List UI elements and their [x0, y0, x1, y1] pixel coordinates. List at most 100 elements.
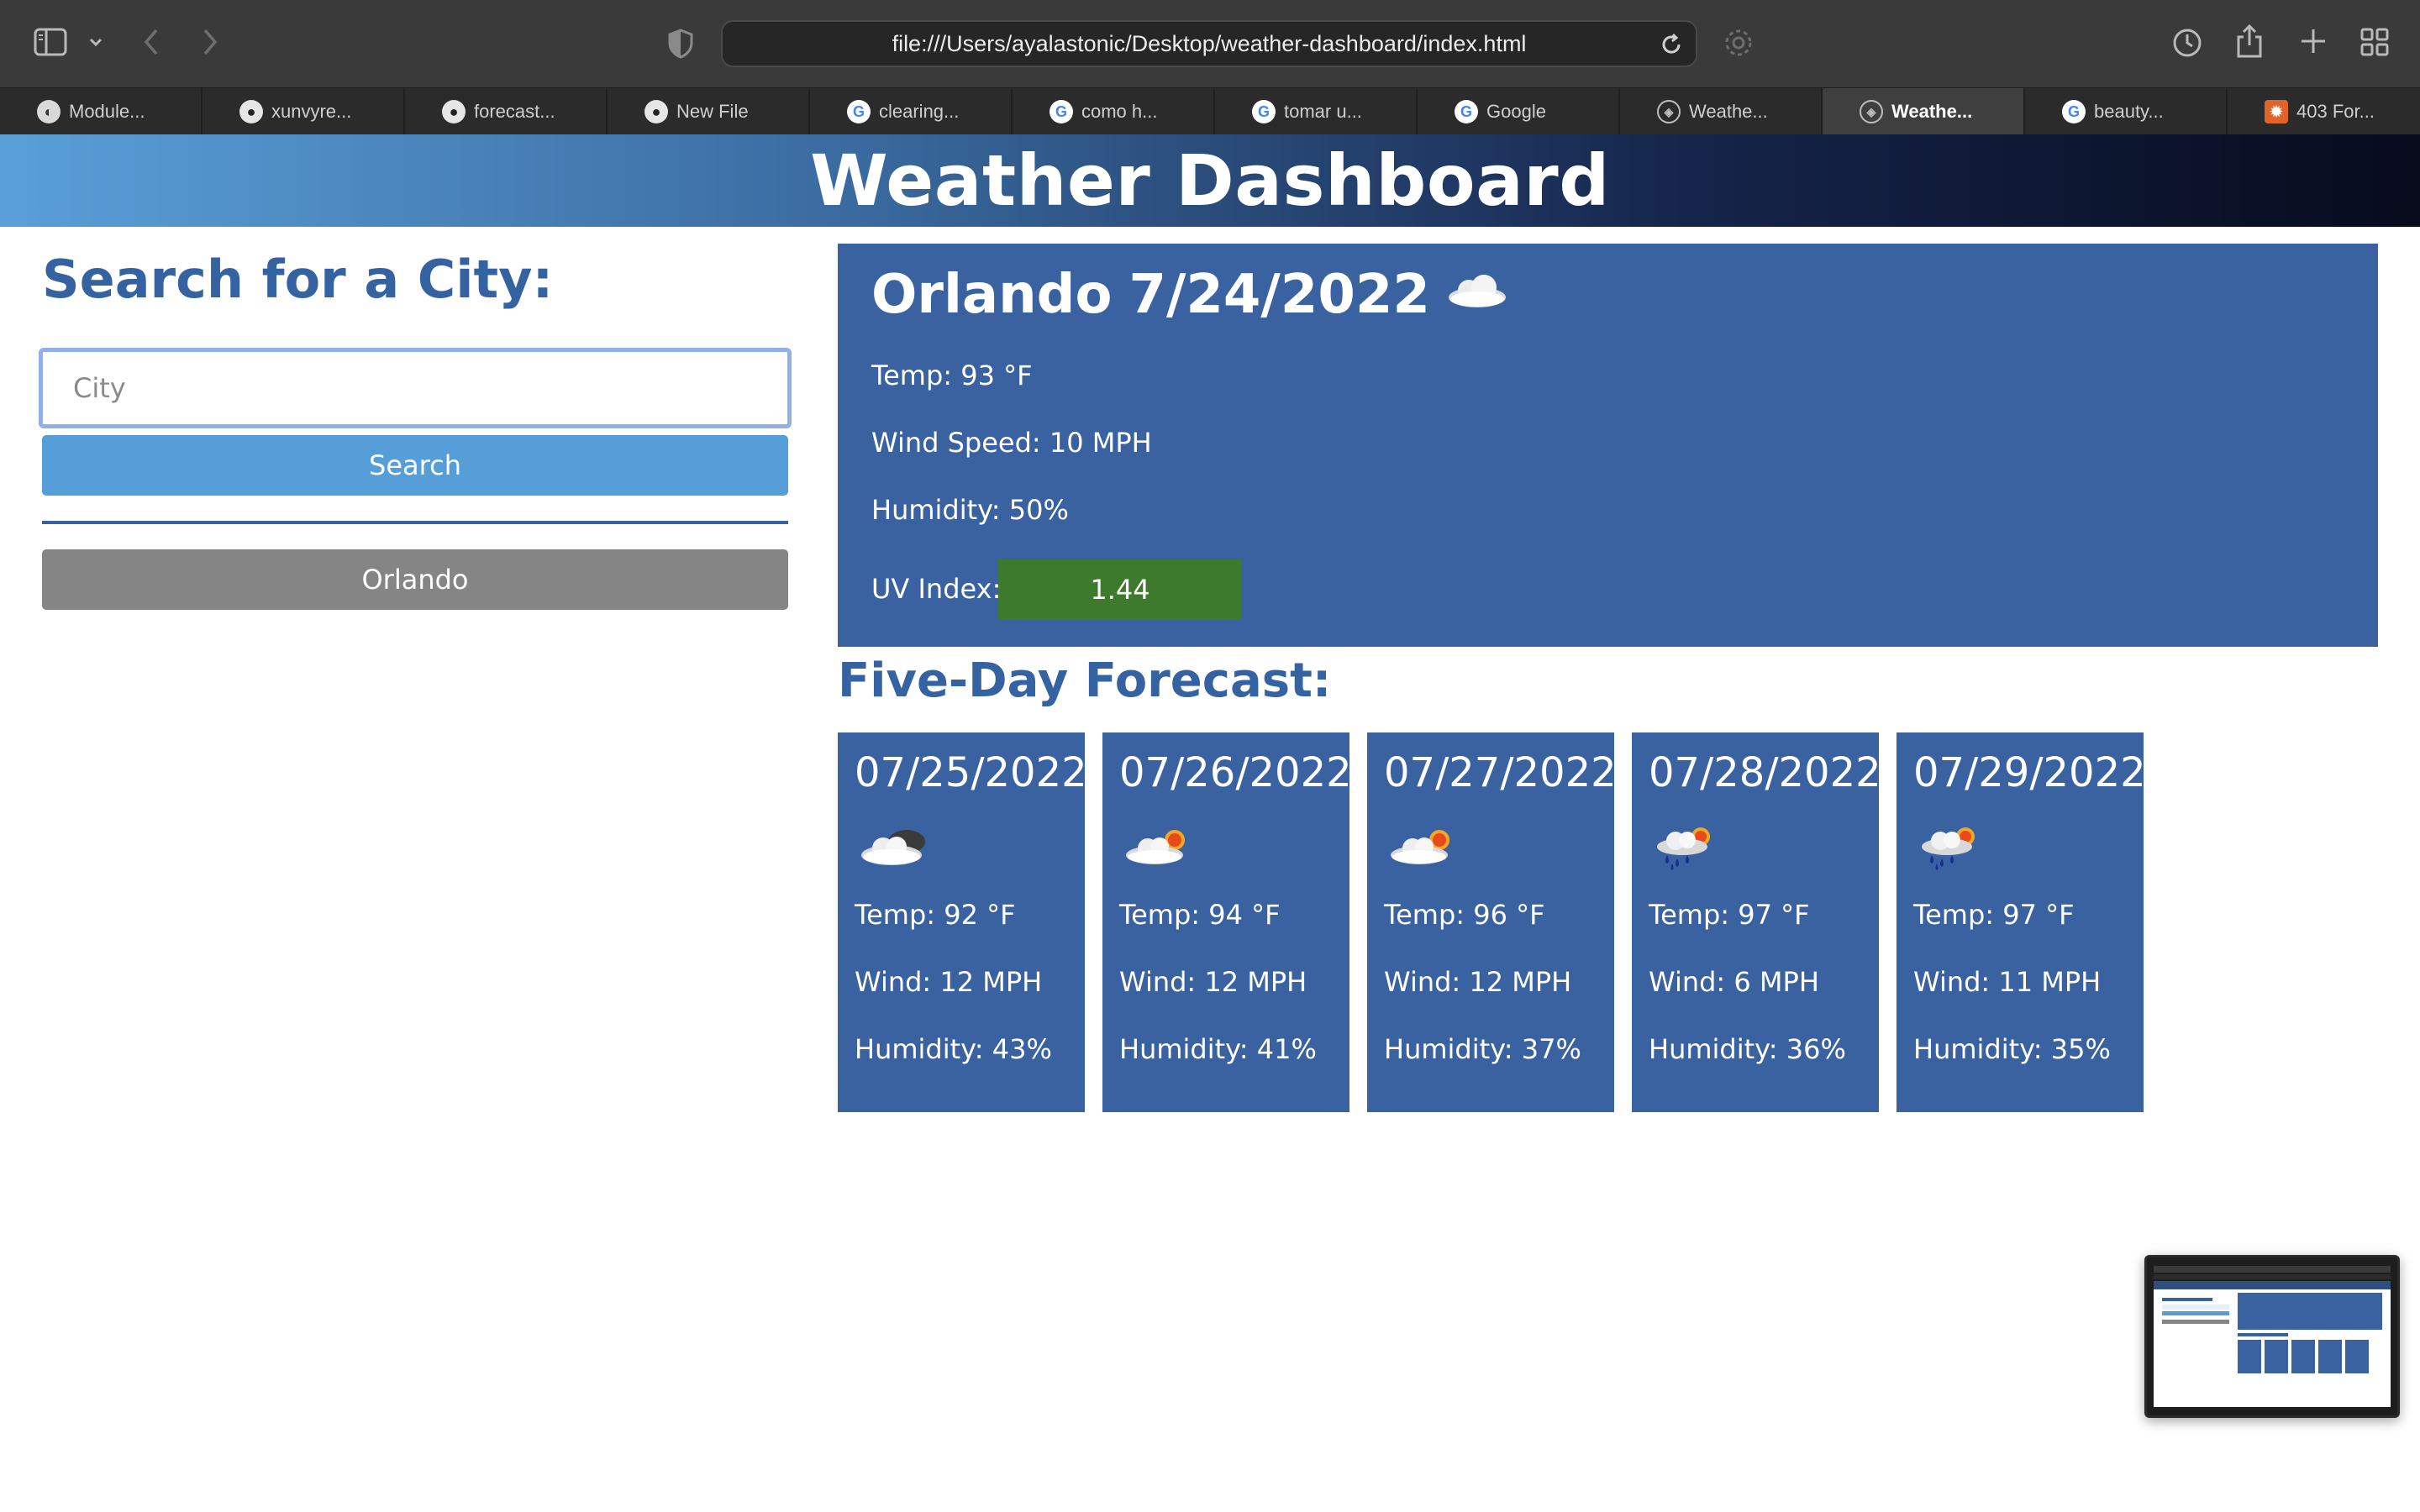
- tab-label: como h...: [1081, 101, 1158, 122]
- forecast-wind: Wind: 12 MPH: [855, 966, 1043, 998]
- gear-icon[interactable]: [1723, 27, 1754, 59]
- page-title: Weather Dashboard: [810, 139, 1610, 222]
- forecast-date: 07/25/2022: [855, 749, 1087, 796]
- tab-label: forecast...: [474, 101, 555, 122]
- browser-toolbar: file:///Users/ayalastonic/Desktop/weathe…: [0, 0, 2420, 87]
- city-search-input[interactable]: [39, 348, 792, 428]
- uv-index-badge: 1.44: [998, 559, 1242, 620]
- google-icon: G: [1252, 100, 1276, 123]
- forecast-temp: Temp: 96 °F: [1384, 899, 1545, 931]
- browser-tab[interactable]: G tomar u...: [1215, 88, 1418, 135]
- page-header: Weather Dashboard: [0, 134, 2420, 227]
- forecast-card: 07/25/2022 Temp: 92 °F Wind: 12 MPH Humi…: [838, 732, 1087, 1112]
- module-icon: ◐: [37, 100, 60, 123]
- partly-sunny-icon: [1387, 823, 1463, 874]
- forecast-card: 07/27/2022 Temp: 96 °F Wind: 12 MPH Humi…: [1367, 732, 1617, 1112]
- compass-icon: ◈: [1657, 100, 1681, 123]
- current-weather-card: Orlando 7/24/2022 Temp: 93 °F Wind Speed…: [838, 244, 2378, 647]
- browser-tab[interactable]: G clearing...: [810, 88, 1013, 135]
- search-heading: Search for a City:: [42, 249, 554, 310]
- sun-rain-icon: [1652, 823, 1728, 877]
- browser-tab[interactable]: ◐ Module...: [0, 88, 203, 135]
- tab-label: Module...: [69, 101, 145, 122]
- github-icon: ●: [442, 100, 466, 123]
- forecast-card: 07/26/2022 Temp: 94 °F Wind: 12 MPH Humi…: [1102, 732, 1352, 1112]
- tab-label: Google: [1486, 101, 1546, 122]
- share-icon[interactable]: [2235, 24, 2264, 59]
- sidebar-toggle-icon[interactable]: [34, 27, 67, 57]
- tab-label: beauty...: [2094, 101, 2164, 122]
- forecast-temp: Temp: 97 °F: [1913, 899, 2075, 931]
- history-city-button[interactable]: Orlando: [42, 549, 788, 610]
- reload-icon[interactable]: [1659, 32, 1684, 63]
- sun-rain-icon: [1917, 823, 1992, 877]
- tab-bar: ◐ Module... ● xunvyre... ● forecast... ●…: [0, 87, 2420, 135]
- tab-overview-icon[interactable]: [2360, 27, 2390, 57]
- uv-index-label: UV Index:: [871, 573, 1002, 605]
- browser-tab[interactable]: ● New File: [608, 88, 810, 135]
- current-city: Orlando: [871, 264, 1113, 326]
- current-wind: Wind Speed: 10 MPH: [871, 427, 1152, 459]
- tab-label: xunvyre...: [271, 101, 352, 122]
- back-arrow-icon[interactable]: [141, 27, 161, 57]
- forecast-temp: Temp: 94 °F: [1119, 899, 1281, 931]
- chevron-down-icon[interactable]: [87, 34, 104, 50]
- browser-tab[interactable]: G beauty...: [2025, 88, 2228, 135]
- forecast-heading: Five-Day Forecast:: [838, 654, 1332, 708]
- google-icon: G: [1455, 100, 1478, 123]
- github-icon: ●: [644, 100, 668, 123]
- url-text: file:///Users/ayalastonic/Desktop/weathe…: [892, 30, 1527, 56]
- partly-sunny-icon: [1123, 823, 1198, 874]
- tab-label: clearing...: [879, 101, 960, 122]
- new-tab-plus-icon[interactable]: [2299, 27, 2328, 55]
- tab-label: New File: [676, 101, 749, 122]
- current-city-date: Orlando 7/24/2022: [871, 264, 1511, 326]
- history-clock-icon[interactable]: [2171, 27, 2203, 59]
- search-button[interactable]: Search: [42, 435, 788, 496]
- forward-arrow-icon[interactable]: [200, 27, 220, 57]
- browser-tab[interactable]: ● forecast...: [405, 88, 608, 135]
- browser-tab-active[interactable]: ◈ Weathe...: [1823, 88, 2025, 135]
- forecast-humidity: Humidity: 43%: [855, 1033, 1052, 1065]
- google-icon: G: [2062, 100, 2086, 123]
- forecast-temp: Temp: 92 °F: [855, 899, 1016, 931]
- google-icon: G: [1050, 100, 1073, 123]
- privacy-shield-icon[interactable]: [667, 29, 694, 59]
- forecast-date: 07/29/2022: [1913, 749, 2146, 796]
- cloudy-icon: [858, 823, 934, 874]
- forecast-wind: Wind: 11 MPH: [1913, 966, 2102, 998]
- forecast-wind: Wind: 12 MPH: [1384, 966, 1572, 998]
- compass-icon: ◈: [1860, 100, 1883, 123]
- forecast-humidity: Humidity: 35%: [1913, 1033, 2111, 1065]
- forecast-humidity: Humidity: 37%: [1384, 1033, 1581, 1065]
- forecast-date: 07/28/2022: [1649, 749, 1881, 796]
- forecast-wind: Wind: 12 MPH: [1119, 966, 1307, 998]
- browser-tab[interactable]: G como h...: [1013, 88, 1215, 135]
- current-humidity: Humidity: 50%: [871, 494, 1069, 526]
- tab-label: Weathe...: [1689, 101, 1768, 122]
- address-bar[interactable]: file:///Users/ayalastonic/Desktop/weathe…: [721, 20, 1697, 67]
- tab-label: tomar u...: [1284, 101, 1362, 122]
- screenshot-thumbnail[interactable]: [2144, 1255, 2400, 1418]
- search-divider: [42, 521, 788, 524]
- browser-tab[interactable]: G Google: [1418, 88, 1620, 135]
- current-date: 7/24/2022: [1128, 264, 1430, 326]
- tab-label: 403 For...: [2296, 101, 2375, 122]
- forecast-card: 07/29/2022 Temp: 97 °F Wind: 11 MPH Humi…: [1897, 732, 2146, 1112]
- forecast-humidity: Humidity: 36%: [1649, 1033, 1846, 1065]
- github-icon: ●: [239, 100, 263, 123]
- forecast-temp: Temp: 97 °F: [1649, 899, 1810, 931]
- google-icon: G: [847, 100, 871, 123]
- sun-square-icon: ✹: [2265, 100, 2288, 123]
- forecast-wind: Wind: 6 MPH: [1649, 966, 1819, 998]
- forecast-date: 07/26/2022: [1119, 749, 1352, 796]
- browser-tab[interactable]: ✹ 403 For...: [2228, 88, 2420, 135]
- forecast-date: 07/27/2022: [1384, 749, 1617, 796]
- current-temp: Temp: 93 °F: [871, 360, 1033, 391]
- cloud-icon: [1444, 264, 1511, 326]
- tab-label: Weathe...: [1891, 101, 1973, 122]
- forecast-card: 07/28/2022 Temp: 97 °F Wind: 6 MPH Humid…: [1632, 732, 1881, 1112]
- browser-tab[interactable]: ◈ Weathe...: [1620, 88, 1823, 135]
- forecast-humidity: Humidity: 41%: [1119, 1033, 1317, 1065]
- browser-tab[interactable]: ● xunvyre...: [203, 88, 405, 135]
